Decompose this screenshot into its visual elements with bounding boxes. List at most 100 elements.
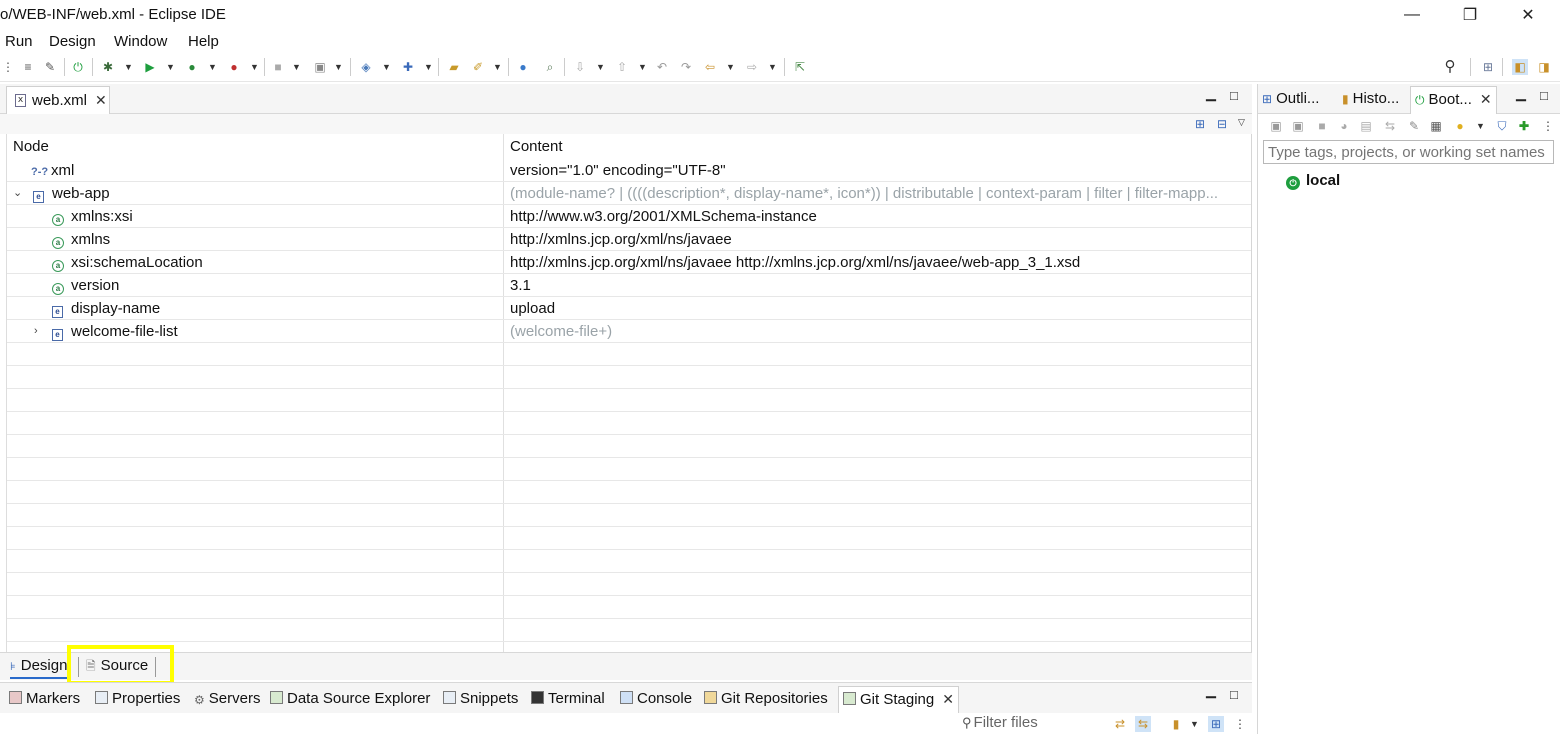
minimize-editor-icon[interactable]: ▁ (1206, 86, 1216, 102)
back-icon[interactable]: ⇦ (702, 59, 718, 75)
forward-dropdown-icon[interactable]: ▼ (768, 59, 777, 75)
repository-icon[interactable]: ▮ (1168, 716, 1184, 732)
tags-search-input[interactable] (1263, 140, 1554, 164)
maximize-editor-icon[interactable]: □ (1230, 88, 1238, 103)
back-dropdown-icon[interactable]: ▼ (726, 59, 735, 75)
tab-properties[interactable]: Properties (95, 690, 180, 707)
presentation-icon[interactable]: ⊞ (1208, 716, 1224, 732)
external-tools-icon[interactable]: ● (226, 59, 242, 75)
start-icon[interactable]: ▣ (1268, 118, 1284, 134)
minimize-button[interactable]: — (1382, 0, 1442, 30)
view-menu-icon[interactable]: ⋮ (1232, 716, 1248, 732)
view-menu-icon[interactable]: ⋮ (1540, 118, 1556, 134)
open-browser-icon[interactable]: ◕ (1336, 118, 1352, 134)
coverage-dropdown-icon[interactable]: ▼ (208, 59, 217, 75)
menu-design[interactable]: Design (49, 33, 96, 50)
debug-dropdown-icon[interactable]: ▼ (124, 59, 133, 75)
table-row[interactable]: a version 3.1 (7, 274, 1251, 297)
run-icon[interactable]: ▶ (142, 59, 158, 75)
deploy-icon[interactable]: ▣ (312, 59, 328, 75)
new-server-dropdown-icon[interactable]: ▼ (382, 59, 391, 75)
link-icon[interactable]: ⇆ (1382, 118, 1398, 134)
new-wizard-icon[interactable]: ✚ (400, 59, 416, 75)
tab-history[interactable]: ▮ Histo... (1342, 90, 1399, 107)
open-task-icon[interactable]: ✐ (470, 59, 486, 75)
toolbar-edge-icon[interactable]: ⋮ (0, 59, 16, 75)
tab-markers[interactable]: Markers (9, 690, 80, 707)
debug-icon[interactable]: ▣ (1290, 118, 1306, 134)
tab-snippets[interactable]: Snippets (443, 690, 518, 707)
filter-icon[interactable]: ⛉ (1494, 118, 1510, 134)
tab-web-xml[interactable]: x web.xml ✕ (6, 86, 110, 114)
tab-console[interactable]: Console (620, 690, 692, 707)
close-tab-icon[interactable]: ✕ (942, 691, 954, 707)
add-icon[interactable]: ✚ (1516, 118, 1532, 134)
toggle-mark-icon[interactable]: ≡ (20, 59, 36, 75)
new-server-icon[interactable]: ◈ (358, 59, 374, 75)
tab-data-source-explorer[interactable]: Data Source Explorer (270, 690, 430, 707)
close-tab-icon[interactable]: ✕ (95, 92, 107, 109)
forward-edit-icon[interactable]: ↷ (678, 59, 694, 75)
spring-boot-icon[interactable]: ⏻ (70, 59, 86, 75)
table-row[interactable]: ?-? xml version="1.0" encoding="UTF-8" (7, 159, 1251, 182)
lightbulb-icon[interactable]: ● (1452, 118, 1468, 134)
format-icon[interactable]: ✎ (42, 59, 58, 75)
minimize-panel-icon[interactable]: ▁ (1206, 683, 1216, 699)
tab-boot-dashboard[interactable]: ⏻ Boot... ✕ (1410, 86, 1497, 114)
menu-help[interactable]: Help (188, 33, 219, 50)
java-perspective-icon[interactable]: ◧ (1512, 59, 1528, 75)
search-file-icon[interactable]: ⌕ (542, 59, 558, 75)
collapse-all-icon[interactable]: ⊟ (1214, 116, 1230, 132)
forward-icon[interactable]: ⇨ (744, 59, 760, 75)
menu-run[interactable]: Run (5, 33, 33, 50)
table-row[interactable]: › e welcome-file-list (welcome-file+) (7, 320, 1251, 343)
next-annotation-icon[interactable]: ⇩ (572, 59, 588, 75)
prev-annotation-dropdown-icon[interactable]: ▼ (638, 59, 647, 75)
deploy-dropdown-icon[interactable]: ▼ (334, 59, 343, 75)
tab-git-staging[interactable]: Git Staging ✕ (838, 686, 959, 713)
restore-button[interactable]: ❐ (1440, 0, 1500, 30)
link-selection-icon[interactable]: ⇆ (1135, 716, 1151, 732)
console-icon[interactable]: ▤ (1358, 118, 1374, 134)
table-row[interactable]: a xmlns http://xmlns.jcp.org/xml/ns/javae… (7, 228, 1251, 251)
maximize-panel-icon[interactable]: □ (1230, 687, 1238, 702)
git-perspective-icon[interactable]: ◨ (1536, 59, 1552, 75)
tab-terminal[interactable]: Terminal (531, 690, 605, 707)
pin-editor-icon[interactable]: ⇱ (792, 59, 808, 75)
search-icon[interactable]: ⚲ (1442, 59, 1458, 75)
minimize-view-icon[interactable]: ▁ (1516, 86, 1526, 102)
table-row[interactable]: a xsi:schemaLocation http://xmlns.jcp.org… (7, 251, 1251, 274)
external-tools-dropdown-icon[interactable]: ▼ (250, 59, 259, 75)
open-type-icon[interactable]: ▰ (446, 59, 462, 75)
column-header-node[interactable]: Node (13, 134, 49, 159)
collapse-chevron-icon[interactable]: ⌄ (13, 182, 22, 205)
expand-all-icon[interactable]: ⊞ (1192, 116, 1208, 132)
edit-icon[interactable]: ✎ (1406, 118, 1422, 134)
table-row[interactable]: ⌄ e web-app (module-name? | ((((descripti… (7, 182, 1251, 205)
expand-chevron-icon[interactable]: › (34, 320, 38, 343)
lightbulb-dropdown-icon[interactable]: ▼ (1476, 118, 1485, 134)
coverage-icon[interactable]: ● (184, 59, 200, 75)
repository-dropdown-icon[interactable]: ▼ (1190, 716, 1199, 732)
close-tab-icon[interactable]: ✕ (1480, 91, 1492, 107)
stop-icon[interactable]: ■ (1314, 118, 1330, 134)
tab-git-repositories[interactable]: Git Repositories (704, 690, 828, 707)
tab-servers[interactable]: ⚙ Servers (194, 690, 260, 707)
debug-icon[interactable]: ✱ (100, 59, 116, 75)
last-edit-icon[interactable]: ↶ (654, 59, 670, 75)
stop-icon[interactable]: ■ (270, 59, 286, 75)
open-perspective-icon[interactable]: ⊞ (1480, 59, 1496, 75)
properties-icon[interactable]: ▦ (1428, 118, 1444, 134)
column-header-content[interactable]: Content (510, 134, 563, 159)
filter-files-input[interactable]: ⚲ Filter files (962, 714, 1107, 735)
table-row[interactable]: e display-name upload (7, 297, 1251, 320)
view-menu-icon[interactable]: ▽ (1238, 114, 1245, 130)
web-browser-icon[interactable]: ● (515, 59, 531, 75)
new-wizard-dropdown-icon[interactable]: ▼ (424, 59, 433, 75)
prev-annotation-icon[interactable]: ⇧ (614, 59, 630, 75)
tab-design[interactable]: ⊧ Design (10, 657, 68, 679)
open-task-dropdown-icon[interactable]: ▼ (493, 59, 502, 75)
maximize-view-icon[interactable]: □ (1540, 88, 1548, 103)
run-dropdown-icon[interactable]: ▼ (166, 59, 175, 75)
tree-item-local[interactable]: ⏻ local (1286, 172, 1340, 190)
